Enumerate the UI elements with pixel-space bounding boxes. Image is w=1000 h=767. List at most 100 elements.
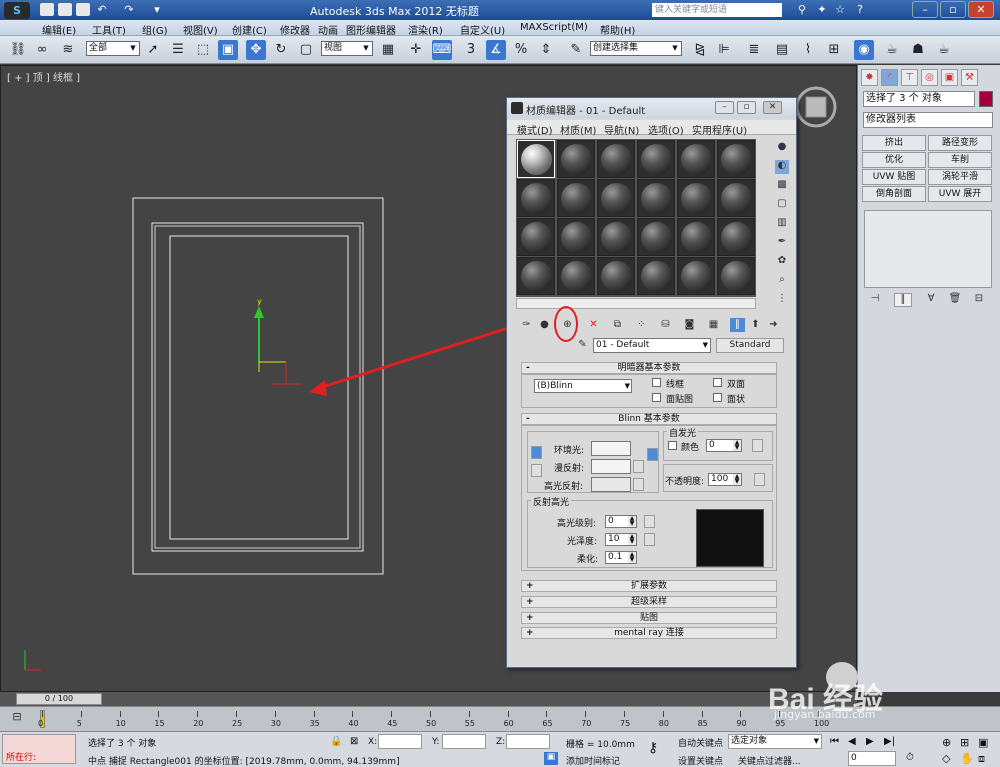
mirror-icon[interactable]: ⧎: [690, 40, 710, 60]
material-sample-slot[interactable]: [637, 140, 675, 178]
self-illum-color-checkbox[interactable]: [668, 441, 677, 450]
diffuse-color-swatch[interactable]: [591, 459, 631, 474]
angle-snap-icon[interactable]: ∡: [486, 40, 506, 60]
material-sample-slot[interactable]: [677, 140, 715, 178]
open-file-icon[interactable]: [58, 3, 72, 16]
material-sample-slot[interactable]: [597, 179, 635, 217]
sample-type-icon[interactable]: ●: [775, 141, 789, 155]
y-coordinate-field[interactable]: [442, 734, 486, 749]
star-icon[interactable]: ☆: [833, 3, 847, 17]
glossiness-spinner[interactable]: 10 ▲ ▼: [605, 533, 637, 546]
specular-map-button[interactable]: [633, 478, 644, 491]
modifier-bevel-profile-button[interactable]: 倒角剖面: [862, 186, 926, 202]
sample-slots-scrollbar[interactable]: [516, 298, 756, 309]
configure-modifier-sets-icon[interactable]: ⊟: [970, 293, 988, 307]
modifier-optimize-button[interactable]: 优化: [862, 152, 926, 168]
menu-group[interactable]: 组(G): [142, 22, 168, 37]
menu-animation[interactable]: 动画: [318, 22, 338, 37]
rollout-blinn-basic[interactable]: - Blinn 基本参数: [521, 413, 777, 425]
menu-tools[interactable]: 工具(T): [92, 22, 126, 37]
mini-curve-editor-icon[interactable]: ⊟: [4, 710, 30, 726]
mated-menu-modes[interactable]: 模式(D): [517, 122, 553, 137]
put-to-library-icon[interactable]: ⛁: [658, 318, 673, 332]
select-and-rotate-icon[interactable]: ↻: [271, 40, 291, 60]
menu-graph-editors[interactable]: 图形编辑器: [346, 22, 396, 37]
remove-modifier-icon[interactable]: 🗑: [946, 293, 964, 307]
opacity-map-button[interactable]: [754, 473, 765, 486]
keyboard-shortcut-override-icon[interactable]: ⌨: [432, 40, 452, 60]
minimize-button[interactable]: –: [912, 1, 938, 18]
reset-map-icon[interactable]: ✕: [586, 318, 601, 332]
new-file-icon[interactable]: [40, 3, 54, 16]
rollout-shader-basic[interactable]: - 明暗器基本参数: [521, 362, 777, 374]
material-sample-slot[interactable]: [717, 179, 755, 217]
self-illum-map-button[interactable]: [752, 439, 763, 452]
ambient-lock-icon[interactable]: [647, 448, 658, 461]
material-sample-slot[interactable]: [597, 218, 635, 256]
material-sample-slot[interactable]: [557, 140, 595, 178]
absolute-mode-icon[interactable]: ⊠: [350, 736, 358, 747]
selection-name-field[interactable]: 选择了 3 个 对象: [863, 91, 975, 107]
backlight-icon[interactable]: ◐: [775, 160, 789, 174]
material-sample-slot[interactable]: [597, 140, 635, 178]
frame-rectangle[interactable]: [151, 222, 364, 552]
material-sample-slot[interactable]: [677, 218, 715, 256]
motion-tab-icon[interactable]: ◎: [921, 69, 938, 86]
material-editor-minimize-button[interactable]: –: [715, 101, 734, 114]
set-key-button[interactable]: 设置关键点: [678, 754, 723, 767]
key-icon[interactable]: ⚷: [648, 740, 658, 756]
go-forward-sibling-icon[interactable]: ➜: [766, 318, 781, 332]
select-and-move-icon[interactable]: ✥: [246, 40, 266, 60]
menu-views[interactable]: 视图(V): [183, 22, 218, 37]
lock-diffuse-specular-icon[interactable]: [531, 464, 542, 477]
zoom-all-icon[interactable]: ⊞: [960, 736, 969, 749]
go-to-start-icon[interactable]: ⏮: [830, 736, 839, 747]
menu-create[interactable]: 创建(C): [232, 22, 267, 37]
select-object-icon[interactable]: ➚: [143, 40, 163, 60]
add-time-tag-button[interactable]: 添加时间标记: [566, 754, 620, 767]
glossiness-map-button[interactable]: [644, 533, 655, 546]
link-icon[interactable]: ⛓: [8, 40, 28, 60]
specular-level-spinner[interactable]: 0 ▲ ▼: [605, 515, 637, 528]
menu-edit[interactable]: 编辑(E): [42, 22, 76, 37]
material-editor-maximize-button[interactable]: ▫: [737, 101, 756, 114]
material-editor-titlebar[interactable]: 材质编辑器 - 01 - Default – ▫ ✕: [507, 98, 796, 118]
hierarchy-tab-icon[interactable]: ⊤: [901, 69, 918, 86]
rollout-mental-ray-connection[interactable]: + mental ray 连接: [521, 627, 777, 639]
close-button[interactable]: ✕: [968, 1, 994, 18]
material-sample-slot[interactable]: [717, 257, 755, 295]
material-sample-slot[interactable]: [517, 257, 555, 295]
material-name-field[interactable]: 01 - Default ▼: [593, 338, 711, 353]
material-editor-close-button[interactable]: ✕: [763, 101, 782, 114]
mated-menu-navigation[interactable]: 导航(N): [604, 122, 639, 137]
modifier-list-select[interactable]: 修改器列表: [863, 112, 993, 128]
make-unique-material-icon[interactable]: ⁘: [634, 318, 649, 332]
material-sample-slot[interactable]: [717, 140, 755, 178]
pivot-center-icon[interactable]: ▦: [378, 40, 398, 60]
modifier-extrude-button[interactable]: 挤出: [862, 135, 926, 151]
rectangular-selection-icon[interactable]: ⬚: [193, 40, 213, 60]
align-icon[interactable]: ⊫: [714, 40, 734, 60]
bind-space-warp-icon[interactable]: ≋: [58, 40, 78, 60]
material-sample-slot[interactable]: [517, 140, 555, 178]
video-color-check-icon[interactable]: ▥: [775, 217, 789, 231]
pick-material-eyedropper-icon[interactable]: ✎: [575, 338, 590, 352]
modifier-stack[interactable]: [864, 210, 992, 288]
modifier-unwrap-uvw-button[interactable]: UVW 展开: [928, 186, 992, 202]
put-material-to-scene-icon[interactable]: ●: [537, 318, 552, 332]
menu-maxscript[interactable]: MAXScript(M): [520, 22, 588, 33]
viewcube[interactable]: [795, 86, 837, 128]
undo-icon[interactable]: ↶: [95, 3, 109, 17]
select-by-material-icon[interactable]: ⌕: [775, 274, 789, 288]
menu-help[interactable]: 帮助(H): [600, 22, 635, 37]
spinner-snap-icon[interactable]: ⇕: [536, 40, 556, 60]
snaps-toggle-icon[interactable]: 3: [461, 40, 481, 60]
pan-icon[interactable]: ✋: [960, 752, 974, 765]
transform-gizmo[interactable]: [254, 306, 301, 385]
next-frame-icon[interactable]: ▶|: [884, 736, 895, 747]
named-selection-set-select[interactable]: 创建选择集 ▼: [590, 41, 682, 56]
display-tab-icon[interactable]: ▣: [941, 69, 958, 86]
material-sample-slot[interactable]: [597, 257, 635, 295]
select-by-name-icon[interactable]: ☰: [168, 40, 188, 60]
render-production-icon[interactable]: ☕: [934, 40, 954, 60]
